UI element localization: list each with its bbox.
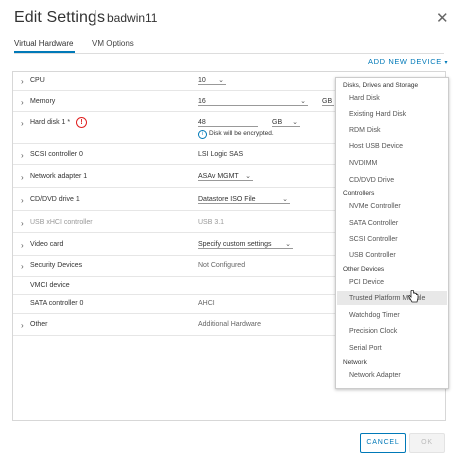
chevron-down-icon: ⌄ [282,196,288,203]
chevron-right-icon[interactable]: › [21,77,24,86]
chevron-down-icon: ⌄ [285,241,291,248]
menu-section-heading: Controllers [343,190,375,197]
close-icon[interactable]: ✕ [436,9,449,27]
row-divider [13,143,335,144]
vm-name: badwin11 [107,11,158,25]
scsi-label: SCSI controller 0 [30,151,83,158]
chevron-right-icon[interactable]: › [21,241,24,250]
menu-section-heading: Other Devices [343,266,385,273]
menu-item-sata-controller[interactable]: SATA Controller [349,220,398,227]
scsi-value: LSI Logic SAS [198,151,244,158]
row-divider [13,335,335,336]
row-divider [13,276,335,277]
tab-virtual-hardware[interactable]: Virtual Hardware [14,39,73,48]
chevron-right-icon[interactable]: › [21,173,24,182]
menu-item-usb-controller[interactable]: USB Controller [349,252,396,259]
tab-vm-options[interactable]: VM Options [92,39,134,48]
network-select[interactable]: ASAv MGMT ⌄ [198,173,253,181]
menu-item-existing-hard-disk[interactable]: Existing Hard Disk [349,111,406,118]
vmci-label: VMCI device [30,282,70,289]
hard-disk-unit-select[interactable]: GB ⌄ [272,119,300,127]
row-divider [13,187,335,188]
disk-encrypted-note: Disk will be encrypted. [209,130,274,137]
menu-item-host-usb-device[interactable]: Host USB Device [349,143,403,150]
chevron-right-icon[interactable]: › [21,262,24,271]
video-label: Video card [30,241,64,248]
chevron-right-icon[interactable]: › [21,321,24,330]
tab-divider [14,53,444,54]
video-select[interactable]: Specify custom settings ⌄ [198,241,293,249]
row-divider [13,90,335,91]
hard-disk-size-input[interactable]: 48 [198,119,258,127]
cancel-button[interactable]: CANCEL [360,433,406,453]
usb-label: USB xHCI controller [30,219,93,226]
sata-value: AHCI [198,300,215,307]
network-value: ASAv MGMT [198,173,239,180]
info-icon: i [198,130,207,139]
cpu-label: CPU [30,77,45,84]
network-label: Network adapter 1 [30,173,88,180]
chevron-down-icon: ⌄ [245,173,251,180]
row-divider [13,164,335,165]
chevron-right-icon[interactable]: › [21,119,24,128]
cdrom-label: CD/DVD drive 1 [30,196,80,203]
row-divider [13,111,335,112]
chevron-right-icon[interactable]: › [21,219,24,228]
memory-select[interactable]: 16 ⌄ [198,98,308,106]
video-value: Specify custom settings [198,241,272,248]
other-label: Other [30,321,48,328]
menu-item-precision-clock[interactable]: Precision Clock [349,328,397,335]
add-device-menu: Disks, Drives and Storage Hard Disk Exis… [335,77,449,389]
menu-item-hard-disk[interactable]: Hard Disk [349,95,380,102]
chevron-down-icon: ⌄ [292,119,298,126]
chevron-right-icon[interactable]: › [21,98,24,107]
ok-button[interactable]: OK [409,433,445,453]
row-divider [13,210,335,211]
menu-item-network-adapter[interactable]: Network Adapter [349,372,401,379]
chevron-right-icon[interactable]: › [21,151,24,160]
hard-disk-unit: GB [272,119,283,126]
row-divider [13,313,335,314]
warning-icon: ! [76,117,87,128]
memory-value: 16 [198,98,206,105]
add-new-device-label: ADD NEW DEVICE [368,57,442,66]
hand-cursor-icon [408,290,419,303]
other-value: Additional Hardware [198,321,262,328]
title-divider [95,10,96,25]
menu-item-cd-dvd-drive[interactable]: CD/DVD Drive [349,177,394,184]
chevron-down-icon: ▾ [444,60,449,66]
memory-unit-select[interactable]: GB [322,98,334,106]
chevron-down-icon: ⌄ [300,98,306,105]
security-value: Not Configured [198,262,246,269]
sata-label: SATA controller 0 [30,300,84,307]
menu-section-heading: Disks, Drives and Storage [343,82,419,89]
cdrom-select[interactable]: Datastore ISO File ⌄ [198,196,290,204]
menu-item-rdm-disk[interactable]: RDM Disk [349,127,381,134]
memory-label: Memory [30,98,56,105]
menu-item-scsi-controller[interactable]: SCSI Controller [349,236,398,243]
security-label: Security Devices [30,262,83,269]
menu-section-heading: Network [343,359,367,366]
memory-unit: GB [322,98,333,105]
hard-disk-size-value: 48 [198,119,206,126]
row-divider [13,232,335,233]
chevron-right-icon[interactable]: › [21,196,24,205]
menu-item-nvme-controller[interactable]: NVMe Controller [349,203,401,210]
cpu-select[interactable]: 10 ⌄ [198,77,226,85]
cdrom-value: Datastore ISO File [198,196,256,203]
menu-item-serial-port[interactable]: Serial Port [349,345,382,352]
menu-item-watchdog-timer[interactable]: Watchdog Timer [349,312,400,319]
cpu-value: 10 [198,77,206,84]
add-new-device-button[interactable]: ADD NEW DEVICE ▾ [368,57,448,66]
row-divider [13,294,335,295]
dialog-title: Edit Settings [14,9,106,26]
hard-disk-label: Hard disk 1 * [30,119,71,126]
menu-item-nvdimm[interactable]: NVDIMM [349,160,377,167]
row-divider [13,255,335,256]
usb-value: USB 3.1 [198,219,225,226]
menu-item-pci-device[interactable]: PCI Device [349,279,384,286]
chevron-down-icon: ⌄ [218,77,224,84]
